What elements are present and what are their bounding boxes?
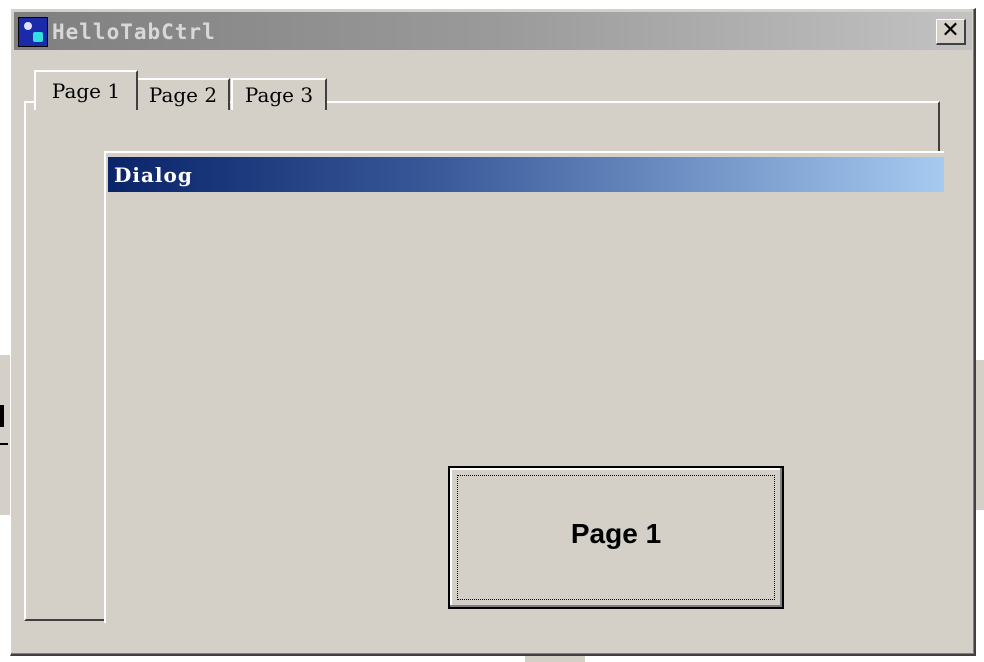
tab-page-2[interactable]: Page 2 [136,78,230,110]
background-window-fragment-right [976,360,984,510]
window-title: HelloTabCtrl [52,20,216,44]
dialog-title: Dialog [114,163,193,187]
close-button[interactable]: ✕ [936,19,966,45]
app-icon[interactable] [18,17,48,47]
background-window-fragment-left [0,355,10,515]
dialog-title-bar[interactable]: Dialog [108,157,944,192]
tab-page-1[interactable]: Page 1 [34,70,138,110]
background-window-fragment-bottom [525,656,585,662]
title-bar[interactable]: HelloTabCtrl ✕ [14,12,972,50]
close-icon: ✕ [941,18,960,43]
page-1-button-label: Page 1 [570,518,662,549]
page-1-button[interactable]: Page 1 [448,466,784,609]
background-line-left [0,405,4,427]
tab-page-3[interactable]: Page 3 [231,78,327,110]
background-line-left-2 [0,443,8,445]
